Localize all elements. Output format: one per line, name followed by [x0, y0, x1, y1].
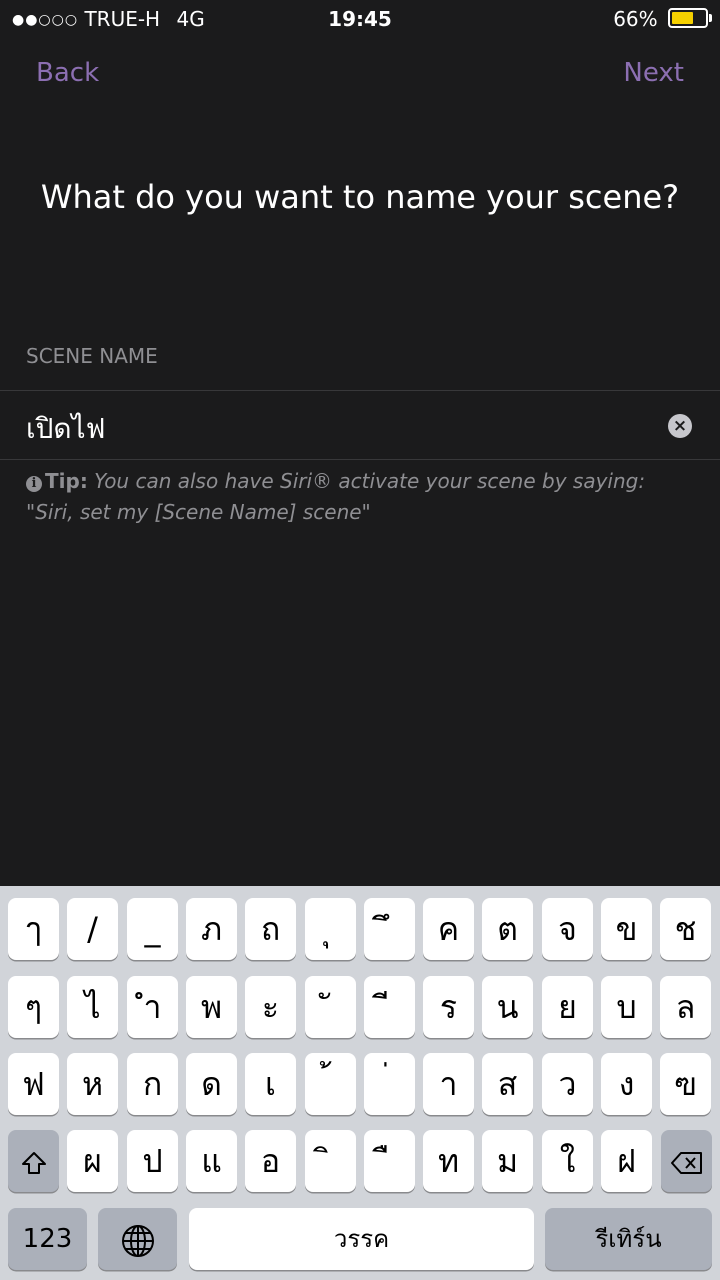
key-row2-1[interactable]: ไ	[67, 976, 118, 1038]
key-row3-9[interactable]: ว	[542, 1053, 593, 1115]
key-row2-3[interactable]: พ	[186, 976, 237, 1038]
shift-key[interactable]	[8, 1130, 59, 1192]
shift-icon	[21, 1152, 46, 1174]
key-row4-5[interactable]: ื	[364, 1130, 415, 1192]
battery-fill	[672, 12, 694, 24]
key-row3-7[interactable]: า	[423, 1053, 474, 1115]
battery-percent: 66%	[613, 7, 658, 31]
scene-name-field[interactable]: เปิดไฟ ×	[0, 390, 720, 460]
key-row4-0[interactable]: ผ	[67, 1130, 118, 1192]
key-row4-3[interactable]: อ	[245, 1130, 296, 1192]
scene-name-input[interactable]: เปิดไฟ	[26, 407, 105, 451]
key-row3-2[interactable]: ก	[127, 1053, 178, 1115]
key-row1-3[interactable]: ภ	[186, 898, 237, 960]
globe-key[interactable]	[98, 1208, 177, 1270]
tip-label: Tip:	[45, 469, 88, 493]
delete-key[interactable]	[661, 1130, 712, 1192]
clock: 19:45	[328, 7, 392, 31]
key-row2-5[interactable]: ั	[305, 976, 356, 1038]
key-row3-1[interactable]: ห	[67, 1053, 118, 1115]
key-row1-8[interactable]: ต	[482, 898, 533, 960]
key-row2-8[interactable]: น	[482, 976, 533, 1038]
numbers-key[interactable]: 123	[8, 1208, 87, 1270]
key-row1-5[interactable]: ุ	[305, 898, 356, 960]
back-button[interactable]: Back	[36, 58, 99, 88]
next-button[interactable]: Next	[623, 58, 684, 88]
key-row1-10[interactable]: ข	[601, 898, 652, 960]
key-row2-9[interactable]: ย	[542, 976, 593, 1038]
delete-icon	[670, 1152, 702, 1174]
key-row2-2[interactable]: ำ	[127, 976, 178, 1038]
key-row4-1[interactable]: ป	[127, 1130, 178, 1192]
globe-icon	[121, 1225, 154, 1257]
key-row4-9[interactable]: ฝ	[601, 1130, 652, 1192]
key-row1-2[interactable]: _	[127, 898, 178, 960]
key-row1-7[interactable]: ค	[423, 898, 474, 960]
key-row3-0[interactable]: ฟ	[8, 1053, 59, 1115]
info-icon: i	[26, 476, 42, 492]
key-row3-11[interactable]: ฃ	[660, 1053, 711, 1115]
status-bar: ●●○○○ TRUE-H 4G 19:45 66%	[0, 0, 720, 38]
key-row3-5[interactable]: ้	[305, 1053, 356, 1115]
key-row2-6[interactable]: ี	[364, 976, 415, 1038]
key-row4-7[interactable]: ม	[482, 1130, 533, 1192]
tip-message: You can also have Siri® activate your sc…	[26, 469, 646, 524]
key-row3-4[interactable]: เ	[245, 1053, 296, 1115]
key-row3-3[interactable]: ด	[186, 1053, 237, 1115]
key-row3-6[interactable]: ่	[364, 1053, 415, 1115]
return-key[interactable]: รีเทิร์น	[545, 1208, 712, 1270]
battery-status: 66%	[613, 7, 712, 31]
key-row4-6[interactable]: ท	[423, 1130, 474, 1192]
key-row4-2[interactable]: แ	[186, 1130, 237, 1192]
key-row1-0[interactable]: ๅ	[8, 898, 59, 960]
tip-text: i Tip: You can also have Siri® activate y…	[26, 466, 694, 528]
space-key[interactable]: วรรค	[189, 1208, 534, 1270]
key-row3-8[interactable]: ส	[482, 1053, 533, 1115]
key-row2-11[interactable]: ล	[660, 976, 711, 1038]
page-title: What do you want to name your scene?	[40, 178, 680, 216]
key-row1-6[interactable]: ึ	[364, 898, 415, 960]
key-row4-4[interactable]: ิ	[305, 1130, 356, 1192]
key-row1-1[interactable]: /	[67, 898, 118, 960]
key-row3-10[interactable]: ง	[601, 1053, 652, 1115]
key-row2-4[interactable]: ะ	[245, 976, 296, 1038]
clear-icon[interactable]: ×	[668, 414, 692, 438]
battery-icon	[668, 8, 712, 28]
key-row2-0[interactable]: ๆ	[8, 976, 59, 1038]
key-row2-7[interactable]: ร	[423, 976, 474, 1038]
key-row1-9[interactable]: จ	[542, 898, 593, 960]
key-row4-8[interactable]: ใ	[542, 1130, 593, 1192]
thai-keyboard: ๅ/_ภถุึคตจขชๆไำพะัีรนยบลฟหกดเ้่าสวงฃผปแอ…	[0, 886, 720, 1280]
key-row1-11[interactable]: ช	[660, 898, 711, 960]
key-row2-10[interactable]: บ	[601, 976, 652, 1038]
key-row1-4[interactable]: ถ	[245, 898, 296, 960]
scene-name-label: SCENE NAME	[26, 344, 158, 368]
